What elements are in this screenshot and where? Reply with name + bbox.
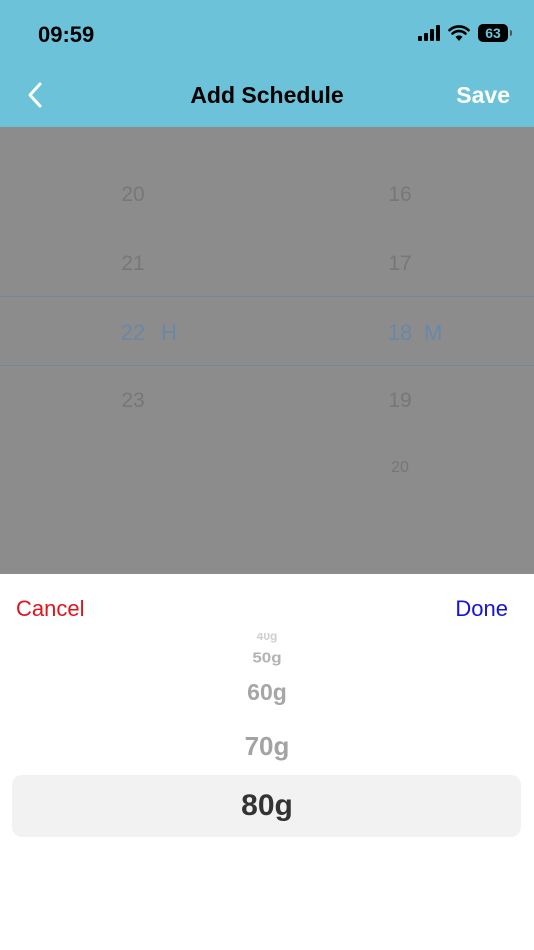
battery-icon: 63 (478, 24, 512, 42)
hour-option[interactable]: 23 (103, 389, 163, 413)
minute-option[interactable]: 20 (370, 459, 430, 477)
wheel-option[interactable]: 60g (0, 679, 534, 706)
wifi-icon (448, 25, 470, 41)
done-button[interactable]: Done (455, 596, 508, 622)
header: 09:59 63 Add Schedule Save (0, 0, 534, 127)
save-button[interactable]: Save (456, 82, 510, 109)
hour-unit-label: H (161, 320, 177, 345)
wheel-option[interactable]: 70g (0, 731, 534, 762)
amount-picker-sheet: Cancel Done 40g 50g 60g 70g 80g (0, 574, 534, 950)
hour-selected[interactable]: 22 (103, 320, 163, 346)
status-time: 09:59 (38, 22, 95, 47)
picker-selection-line-bottom (0, 365, 534, 366)
minute-option[interactable]: 16 (370, 183, 430, 207)
minute-selected[interactable]: 18 (370, 320, 430, 346)
wheel-selected-option[interactable]: 80g (0, 789, 534, 823)
picker-selection-line-top (0, 296, 534, 297)
wheel-option[interactable]: 40g (0, 633, 534, 643)
cancel-button[interactable]: Cancel (16, 596, 84, 622)
minute-option[interactable]: 19 (370, 389, 430, 413)
hour-option[interactable]: 21 (103, 252, 163, 276)
wheel-option[interactable]: 50g (0, 650, 534, 667)
hour-option[interactable]: 20 (103, 183, 163, 207)
minute-unit-label: M (424, 320, 443, 345)
time-picker-overlay: 20 21 22 H 23 16 17 18 M 19 20 (0, 127, 534, 574)
minute-option[interactable]: 17 (370, 252, 430, 276)
page-title: Add Schedule (190, 82, 344, 108)
cellular-signal-icon (418, 25, 440, 41)
status-icons: 63 (418, 24, 512, 42)
